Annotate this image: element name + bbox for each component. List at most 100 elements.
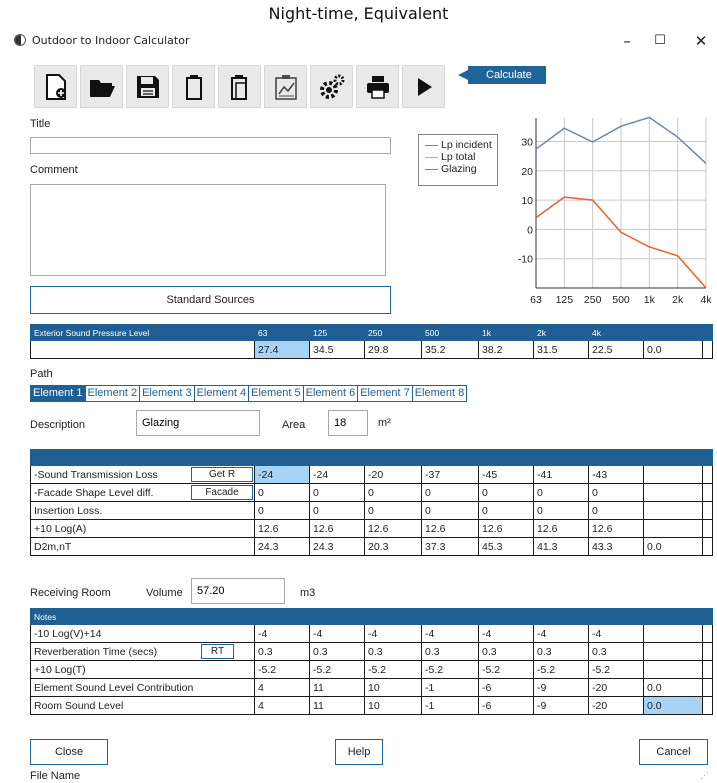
- value-cell[interactable]: -5.2: [309, 660, 365, 679]
- new-file-button[interactable]: [34, 65, 77, 108]
- tab-element-4[interactable]: Element 4: [194, 386, 250, 401]
- value-cell[interactable]: 0: [309, 483, 365, 502]
- chart-button[interactable]: [264, 65, 307, 108]
- value-cell[interactable]: 0.3: [421, 642, 479, 661]
- value-cell[interactable]: [643, 624, 703, 643]
- value-cell[interactable]: 0: [533, 483, 589, 502]
- value-cell[interactable]: -45: [478, 465, 534, 484]
- exterior-value-cell[interactable]: 34.5: [309, 340, 365, 359]
- volume-input[interactable]: [191, 578, 285, 604]
- copy-button[interactable]: [172, 65, 215, 108]
- tab-element-6[interactable]: Element 6: [303, 386, 359, 401]
- value-cell[interactable]: -24: [254, 465, 310, 484]
- exterior-value-cell[interactable]: 0.0: [643, 340, 703, 359]
- value-cell[interactable]: -5.2: [254, 660, 310, 679]
- value-cell[interactable]: 24.3: [309, 537, 365, 556]
- maximize-button[interactable]: ☐: [645, 30, 675, 52]
- value-cell[interactable]: -6: [478, 696, 534, 715]
- area-input[interactable]: [328, 410, 368, 436]
- value-cell[interactable]: 12.6: [478, 519, 534, 538]
- value-cell[interactable]: 0: [533, 501, 589, 520]
- value-cell[interactable]: 0.3: [588, 642, 644, 661]
- tab-element-8[interactable]: Element 8: [412, 386, 467, 401]
- close-window-button[interactable]: ✕: [686, 30, 716, 52]
- value-cell[interactable]: -20: [588, 678, 644, 697]
- value-cell[interactable]: -4: [309, 624, 365, 643]
- value-cell[interactable]: 0.3: [364, 642, 422, 661]
- value-cell[interactable]: -4: [254, 624, 310, 643]
- facade-button[interactable]: Facade: [191, 485, 253, 500]
- value-cell[interactable]: 0.3: [254, 642, 310, 661]
- value-cell[interactable]: -4: [533, 624, 589, 643]
- exterior-value-cell[interactable]: 27.4: [254, 340, 310, 359]
- value-cell[interactable]: -41: [533, 465, 589, 484]
- value-cell[interactable]: -4: [588, 624, 644, 643]
- tab-element-2[interactable]: Element 2: [85, 386, 141, 401]
- value-cell[interactable]: 10: [364, 678, 422, 697]
- comment-textarea[interactable]: [30, 184, 386, 276]
- value-cell[interactable]: 12.6: [364, 519, 422, 538]
- value-cell[interactable]: 0: [364, 501, 422, 520]
- exterior-value-cell[interactable]: 38.2: [478, 340, 534, 359]
- value-cell[interactable]: [643, 642, 703, 661]
- value-cell[interactable]: -24: [309, 465, 365, 484]
- value-cell[interactable]: 0: [478, 483, 534, 502]
- open-folder-button[interactable]: [80, 65, 123, 108]
- minimize-button[interactable]: –: [612, 30, 642, 52]
- rt-button[interactable]: RT: [201, 644, 234, 659]
- exterior-value-cell[interactable]: 35.2: [421, 340, 479, 359]
- value-cell[interactable]: -20: [364, 465, 422, 484]
- get-r-button[interactable]: Get R: [191, 467, 253, 482]
- value-cell[interactable]: 0: [254, 483, 310, 502]
- value-cell[interactable]: -37: [421, 465, 479, 484]
- value-cell[interactable]: 43.3: [588, 537, 644, 556]
- value-cell[interactable]: 0.3: [533, 642, 589, 661]
- exterior-value-cell[interactable]: 29.8: [364, 340, 422, 359]
- value-cell[interactable]: -5.2: [533, 660, 589, 679]
- value-cell[interactable]: 0.0: [643, 678, 703, 697]
- value-cell[interactable]: 41.3: [533, 537, 589, 556]
- value-cell[interactable]: -6: [478, 678, 534, 697]
- tab-element-3[interactable]: Element 3: [140, 386, 195, 401]
- value-cell[interactable]: 0: [588, 501, 644, 520]
- title-input[interactable]: [30, 137, 391, 154]
- value-cell[interactable]: 0: [421, 501, 479, 520]
- value-cell[interactable]: -43: [588, 465, 644, 484]
- value-cell[interactable]: 0: [254, 501, 310, 520]
- value-cell[interactable]: -20: [588, 696, 644, 715]
- value-cell[interactable]: -5.2: [588, 660, 644, 679]
- value-cell[interactable]: -5.2: [478, 660, 534, 679]
- value-cell[interactable]: -4: [364, 624, 422, 643]
- tab-element-5[interactable]: Element 5: [249, 386, 304, 401]
- value-cell[interactable]: 10: [364, 696, 422, 715]
- value-cell[interactable]: 12.6: [421, 519, 479, 538]
- save-button[interactable]: [126, 65, 169, 108]
- value-cell[interactable]: [643, 465, 703, 484]
- close-button[interactable]: Close: [30, 739, 108, 765]
- value-cell[interactable]: -1: [421, 678, 479, 697]
- description-input[interactable]: [136, 410, 260, 436]
- value-cell[interactable]: 11: [309, 678, 365, 697]
- value-cell[interactable]: 12.6: [254, 519, 310, 538]
- value-cell[interactable]: 4: [254, 678, 310, 697]
- standard-sources-button[interactable]: Standard Sources: [30, 286, 391, 314]
- calculate-button[interactable]: [402, 65, 445, 108]
- tab-element-7[interactable]: Element 7: [358, 386, 413, 401]
- value-cell[interactable]: 45.3: [478, 537, 534, 556]
- tab-element-1[interactable]: Element 1: [31, 386, 86, 401]
- value-cell[interactable]: [643, 660, 703, 679]
- value-cell[interactable]: -9: [533, 696, 589, 715]
- value-cell[interactable]: -5.2: [421, 660, 479, 679]
- value-cell[interactable]: [643, 483, 703, 502]
- value-cell[interactable]: 0: [588, 483, 644, 502]
- value-cell[interactable]: -1: [421, 696, 479, 715]
- value-cell[interactable]: 11: [309, 696, 365, 715]
- value-cell[interactable]: 0.3: [478, 642, 534, 661]
- help-button[interactable]: Help: [335, 739, 383, 765]
- value-cell[interactable]: 12.6: [309, 519, 365, 538]
- value-cell[interactable]: -5.2: [364, 660, 422, 679]
- value-cell[interactable]: 0.3: [309, 642, 365, 661]
- value-cell[interactable]: -9: [533, 678, 589, 697]
- value-cell[interactable]: 12.6: [588, 519, 644, 538]
- value-cell[interactable]: -4: [421, 624, 479, 643]
